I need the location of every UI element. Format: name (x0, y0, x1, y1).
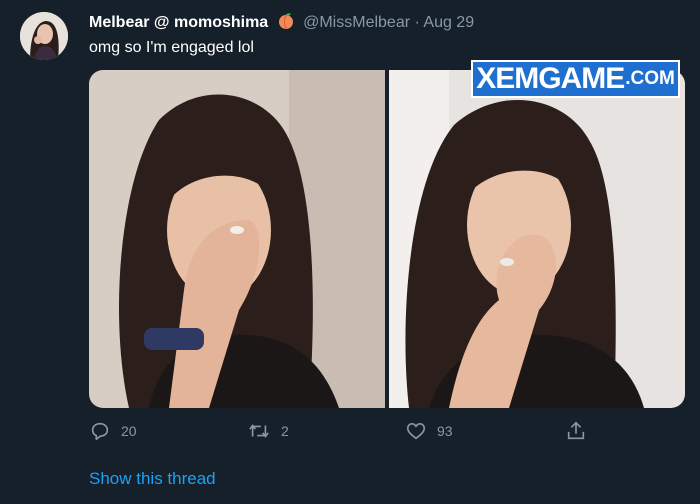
watermark-suffix: .COM (625, 68, 675, 89)
avatar[interactable] (20, 12, 68, 60)
separator-dot: · (414, 14, 420, 31)
peach-emoji-icon (277, 12, 295, 36)
reply-button[interactable]: 20 (89, 420, 137, 442)
reply-icon (91, 422, 109, 441)
tweet-text: omg so I'm engaged lol (89, 39, 254, 56)
display-name[interactable]: Melbear @ momoshima (89, 14, 268, 31)
like-count: 93 (437, 423, 453, 439)
tweet-photo-1[interactable] (89, 70, 385, 408)
tweet-date[interactable]: Aug 29 (423, 14, 474, 31)
share-button[interactable] (565, 420, 597, 442)
user-handle[interactable]: @MissMelbear (303, 14, 410, 31)
retweet-icon (249, 424, 269, 438)
share-icon (567, 421, 585, 440)
tweet-header: Melbear @ momoshima @MissMelbear · Aug 2… (89, 12, 474, 36)
heart-icon (406, 423, 426, 440)
tweet-actions: 20 2 93 (89, 420, 685, 444)
retweet-count: 2 (281, 423, 289, 439)
tweet-media (89, 70, 685, 408)
retweet-button[interactable]: 2 (247, 420, 289, 442)
show-thread-link[interactable]: Show this thread (89, 469, 216, 489)
like-button[interactable]: 93 (405, 420, 453, 442)
tweet-photo-2[interactable] (389, 70, 685, 408)
reply-count: 20 (121, 423, 137, 439)
xemgame-watermark: XEMGAME .COM (471, 60, 680, 98)
watermark-main: XEMGAME (476, 62, 625, 95)
